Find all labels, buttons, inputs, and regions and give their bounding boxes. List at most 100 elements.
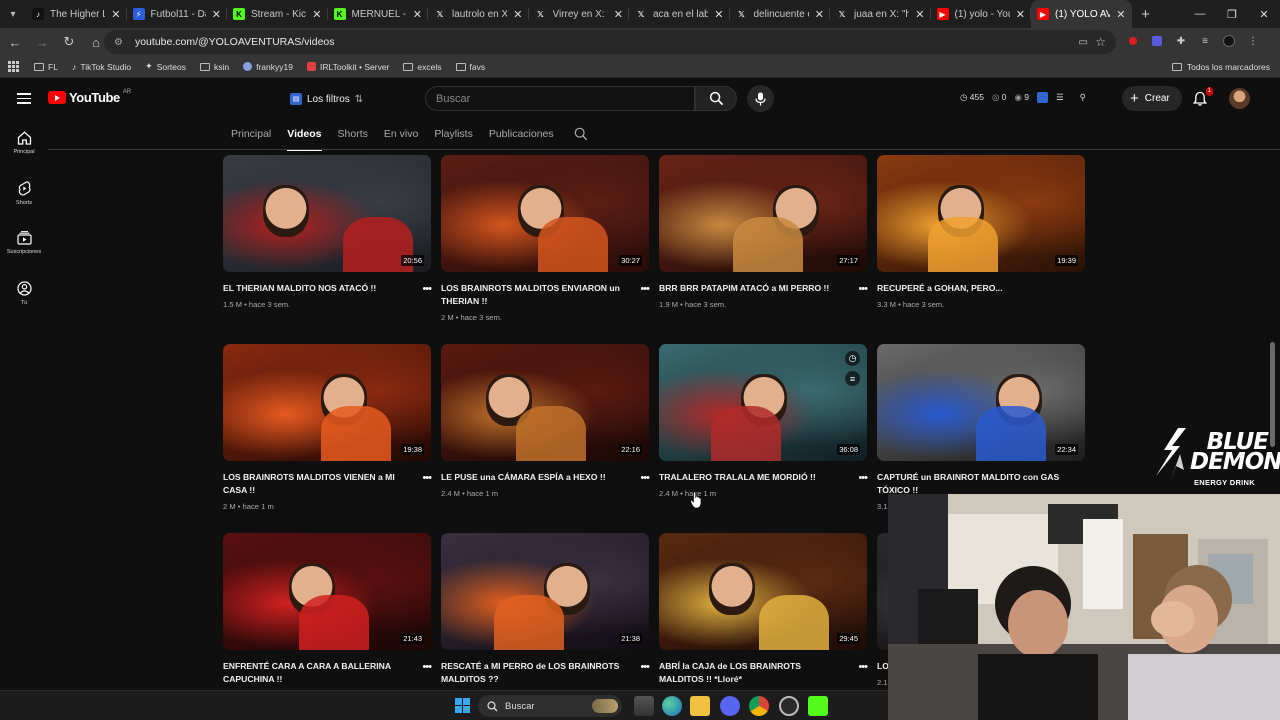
obs-icon[interactable] bbox=[779, 696, 799, 716]
browser-tab[interactable]: ▶ (1) yolo - YouT ✕ bbox=[931, 0, 1032, 28]
close-tab-icon[interactable]: ✕ bbox=[714, 8, 723, 21]
video-title[interactable]: ABRÍ la CAJA de LOS BRAINROTS MALDITOS !… bbox=[659, 660, 867, 686]
edge-icon[interactable] bbox=[662, 696, 682, 716]
close-tab-icon[interactable]: ✕ bbox=[815, 8, 824, 21]
new-tab-button[interactable]: + bbox=[1132, 6, 1160, 23]
youtube-logo[interactable]: YouTube AR bbox=[48, 89, 131, 105]
watch-later-icon[interactable]: ◷ bbox=[845, 351, 860, 366]
taskbar-search[interactable]: Buscar bbox=[478, 695, 622, 717]
extension-red-icon[interactable] bbox=[1124, 32, 1142, 50]
video-card[interactable]: 19:39 RECUPERÉ a GOHAN, PERO... 3.3 M • ha… bbox=[877, 155, 1085, 309]
more-actions-icon[interactable]: ••• bbox=[640, 661, 650, 673]
video-thumbnail[interactable]: 27:17 bbox=[659, 155, 867, 272]
sidebar-item-shorts[interactable]: Shorts bbox=[0, 168, 48, 218]
close-tab-icon[interactable]: ✕ bbox=[212, 8, 221, 21]
bookmark-item[interactable]: FL bbox=[34, 62, 58, 72]
close-tab-icon[interactable]: ✕ bbox=[915, 8, 924, 21]
close-tab-icon[interactable]: ✕ bbox=[614, 8, 623, 21]
tab-videos[interactable]: Videos bbox=[287, 118, 322, 151]
browser-tab[interactable]: ▶ (1) YOLO AVEN ✕ bbox=[1031, 0, 1132, 28]
kick-app-icon[interactable] bbox=[808, 696, 828, 716]
url-field[interactable]: ⚙ youtube.com/@YOLOAVENTURAS/videos ▭ ☆ bbox=[104, 30, 1116, 54]
tab-publicaciones[interactable]: Publicaciones bbox=[489, 118, 554, 150]
video-title[interactable]: EL THERIAN MALDITO NOS ATACÓ !! bbox=[223, 282, 431, 295]
extension-shield-icon[interactable] bbox=[1148, 32, 1166, 50]
video-thumbnail[interactable]: 19:38 bbox=[223, 344, 431, 461]
windows-start-icon[interactable] bbox=[455, 698, 470, 713]
more-actions-icon[interactable]: ••• bbox=[640, 283, 650, 295]
bookmark-item[interactable]: excels bbox=[403, 62, 442, 72]
more-actions-icon[interactable]: ••• bbox=[858, 661, 868, 673]
video-card[interactable]: 29:45 ABRÍ la CAJA de LOS BRAINROTS MALDI… bbox=[659, 533, 868, 691]
more-actions-icon[interactable]: ••• bbox=[640, 472, 650, 484]
browser-tab[interactable]: 𝕏lautrolo en X: " ✕ bbox=[428, 0, 529, 28]
more-actions-icon[interactable]: ••• bbox=[422, 472, 432, 484]
close-tab-icon[interactable]: ✕ bbox=[1016, 8, 1025, 21]
voice-search-button[interactable] bbox=[747, 85, 774, 112]
tab-search-menu-icon[interactable]: ▾ bbox=[0, 0, 26, 28]
bookmark-item[interactable]: favs bbox=[455, 62, 485, 72]
close-window-icon[interactable]: ✕ bbox=[1248, 0, 1280, 28]
back-arrow-icon[interactable]: ← bbox=[3, 30, 27, 54]
browser-tab[interactable]: ⚡ Futbol11 - Dail ✕ bbox=[127, 0, 228, 28]
video-card[interactable]: 22:16 LE PUSE una CÁMARA ESPÍA a HEXO !! 2… bbox=[441, 344, 650, 498]
video-thumbnail[interactable]: 22:16 bbox=[441, 344, 649, 461]
tab-en-vivo[interactable]: En vivo bbox=[384, 118, 418, 150]
video-thumbnail[interactable]: 19:39 bbox=[877, 155, 1085, 272]
browser-tab[interactable]: K MERNUEL - Wa ✕ bbox=[328, 0, 429, 28]
video-card[interactable]: 36:08 ◷ ≡ TRALALERO TRALALA ME MORDIÓ !! 2.4… bbox=[659, 344, 868, 498]
search-input[interactable]: Buscar bbox=[425, 86, 695, 111]
pin-icon[interactable]: ⚲ bbox=[1080, 92, 1086, 103]
browser-menu-icon[interactable]: ⋮ bbox=[1244, 32, 1262, 50]
browser-tab[interactable]: K Stream - Kick D ✕ bbox=[227, 0, 328, 28]
close-tab-icon[interactable]: ✕ bbox=[111, 8, 120, 21]
extensions-puzzle-icon[interactable]: ✚ bbox=[1172, 32, 1190, 50]
sidebar-item-subscriptions[interactable]: Suscripciones bbox=[0, 218, 48, 268]
video-card[interactable]: 20:56 EL THERIAN MALDITO NOS ATACÓ !! 1.5 … bbox=[223, 155, 432, 309]
video-title[interactable]: RECUPERÉ a GOHAN, PERO... bbox=[877, 282, 1085, 295]
sidebar-item-you[interactable]: Tú bbox=[0, 268, 48, 318]
filters-button[interactable]: ▤ Los filtros ⇅ bbox=[290, 89, 363, 109]
close-tab-icon[interactable]: ✕ bbox=[1116, 8, 1125, 21]
chrome-icon[interactable] bbox=[749, 696, 769, 716]
video-thumbnail[interactable]: 22:34 bbox=[877, 344, 1085, 461]
video-title[interactable]: RESCATÉ a MI PERRO de LOS BRAINROTS MALD… bbox=[441, 660, 649, 686]
bookmark-item[interactable]: frankyy19 bbox=[243, 62, 293, 72]
all-bookmarks-button[interactable]: Todos los marcadores bbox=[1171, 62, 1270, 72]
more-actions-icon[interactable]: ••• bbox=[858, 472, 868, 484]
video-thumbnail[interactable]: 36:08 ◷ ≡ bbox=[659, 344, 867, 461]
file-explorer-icon[interactable] bbox=[690, 696, 710, 716]
video-thumbnail[interactable]: 20:56 bbox=[223, 155, 431, 272]
tab-principal[interactable]: Principal bbox=[231, 118, 271, 150]
video-title[interactable]: LOS BRAINROTS MALDITOS ENVIARON un THERI… bbox=[441, 282, 649, 308]
video-card[interactable]: 21:43 ENFRENTÉ CARA A CARA A BALLERINA CA… bbox=[223, 533, 432, 691]
sidebar-item-home[interactable]: Principal bbox=[0, 118, 48, 168]
video-thumbnail[interactable]: 30:27 bbox=[441, 155, 649, 272]
page-scrollbar[interactable] bbox=[1270, 342, 1275, 447]
list-icon[interactable]: ☰ bbox=[1056, 92, 1064, 103]
video-card[interactable]: 27:17 BRR BRR PATAPIM ATACÓ a MI PERRO !!… bbox=[659, 155, 868, 309]
install-app-icon[interactable]: ▭ bbox=[1079, 37, 1088, 48]
bookmark-item[interactable]: ✦ Sorteos bbox=[145, 61, 186, 72]
search-button[interactable] bbox=[695, 86, 737, 111]
video-thumbnail[interactable]: 29:45 bbox=[659, 533, 867, 650]
forward-arrow-icon[interactable]: → bbox=[30, 30, 54, 54]
minimize-icon[interactable]: — bbox=[1184, 0, 1216, 28]
bookmark-star-icon[interactable]: ☆ bbox=[1095, 35, 1106, 49]
bookmark-item[interactable]: ksin bbox=[199, 62, 229, 72]
video-card[interactable]: 30:27 LOS BRAINROTS MALDITOS ENVIARON un … bbox=[441, 155, 650, 322]
video-title[interactable]: BRR BRR PATAPIM ATACÓ a MI PERRO !! bbox=[659, 282, 867, 295]
reload-icon[interactable]: ↻ bbox=[57, 30, 81, 54]
browser-tab[interactable]: 𝕏delincuente en ✕ bbox=[730, 0, 831, 28]
extension-badge-icon[interactable] bbox=[1037, 92, 1048, 103]
close-tab-icon[interactable]: ✕ bbox=[413, 8, 422, 21]
video-title[interactable]: ENFRENTÉ CARA A CARA A BALLERINA CAPUCHI… bbox=[223, 660, 431, 686]
video-title[interactable]: TRALALERO TRALALA ME MORDIÓ !! bbox=[659, 471, 867, 484]
add-to-queue-icon[interactable]: ≡ bbox=[845, 371, 860, 386]
video-card[interactable]: 22:34 CAPTURÉ un BRAINROT MALDITO con GAS… bbox=[877, 344, 1085, 511]
channel-search-icon[interactable] bbox=[574, 127, 588, 141]
video-thumbnail[interactable]: 21:38 bbox=[441, 533, 649, 650]
profile-icon[interactable] bbox=[1220, 32, 1238, 50]
browser-tab[interactable]: 𝕏juaa en X: "http ✕ bbox=[830, 0, 931, 28]
bookmark-item[interactable]: ♪ TikTok Studio bbox=[72, 62, 131, 72]
